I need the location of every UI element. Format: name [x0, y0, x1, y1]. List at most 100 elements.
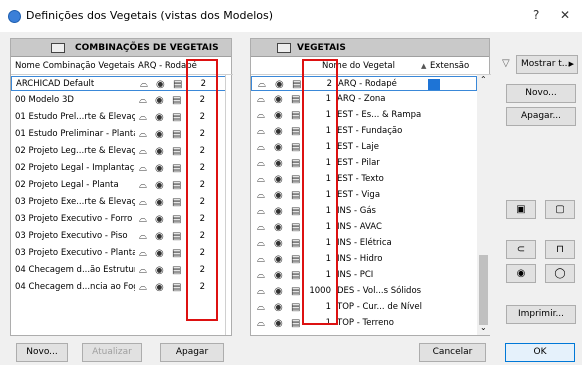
eye-icon[interactable]: ◉ [156, 77, 165, 92]
eye-icon[interactable]: ◉ [155, 110, 164, 125]
layer-icon[interactable]: ▤ [291, 268, 300, 283]
table-row[interactable]: ⌓ ◉ ▤ 1000 DES - Vol...s Sólidos [251, 284, 477, 299]
eye-icon[interactable]: ◉ [274, 172, 283, 187]
layer-icon[interactable]: ▤ [172, 178, 181, 193]
lock-icon[interactable]: ⊓ [545, 240, 575, 259]
layer-icon[interactable]: ▤ [172, 127, 181, 142]
eye-icon[interactable]: ◉ [274, 268, 283, 283]
table-row[interactable]: ⌓ ◉ ▤ 1 EST - Pilar [251, 156, 477, 171]
table-row[interactable]: ⌓ ◉ ▤ 1 EST - Fundação [251, 124, 477, 139]
table-row[interactable]: ⌓ ◉ ▤ 1 EST - Texto [251, 172, 477, 187]
lock-icon[interactable]: ⌓ [257, 300, 265, 315]
layer-icon[interactable]: ▤ [291, 172, 300, 187]
help-button[interactable]: ? [533, 8, 539, 22]
lock-icon[interactable]: ⌓ [139, 246, 147, 261]
ungroup-icon[interactable]: ▢ [545, 200, 575, 219]
table-row[interactable]: ⌓ ◉ ▤ 1 INS - Hidro [251, 252, 477, 267]
eye-icon[interactable]: ◉ [274, 108, 283, 123]
layer-icon[interactable]: ▤ [291, 140, 300, 155]
layer-icon[interactable]: ▤ [172, 280, 181, 295]
eye-icon[interactable]: ◉ [155, 144, 164, 159]
col-extension[interactable]: Extensão [430, 60, 469, 73]
lock-icon[interactable]: ⌓ [257, 204, 265, 219]
close-button[interactable]: ✕ [560, 8, 570, 22]
table-row[interactable]: ⌓ ◉ ▤ 1 INS - Elétrica [251, 236, 477, 251]
layer-icon[interactable]: ▤ [291, 284, 300, 299]
lock-icon[interactable]: ⌓ [139, 178, 147, 193]
eye-icon[interactable]: ◉ [274, 300, 283, 315]
layer-icon[interactable]: ▤ [291, 92, 300, 107]
eye-icon[interactable]: ◉ [155, 127, 164, 142]
lock-icon[interactable]: ⌓ [140, 77, 148, 92]
lock-icon[interactable]: ⌓ [258, 77, 266, 92]
eye-icon[interactable]: ◉ [274, 140, 283, 155]
eye-icon[interactable]: ◉ [274, 92, 283, 107]
delete-combination-button[interactable]: Apagar [160, 343, 224, 362]
layer-icon[interactable]: ▤ [291, 108, 300, 123]
layer-icon[interactable]: ▤ [172, 93, 181, 108]
lock-icon[interactable]: ⌓ [257, 316, 265, 331]
lock-icon[interactable]: ⌓ [139, 263, 147, 278]
table-row[interactable]: ⌓ ◉ ▤ 1 EST - Viga [251, 188, 477, 203]
eye-icon[interactable]: ◉ [274, 124, 283, 139]
lock-icon[interactable]: ⌓ [257, 92, 265, 107]
eye-icon[interactable]: ◉ [155, 246, 164, 261]
eye-icon[interactable]: ◉ [274, 236, 283, 251]
lock-icon[interactable]: ⌓ [139, 93, 147, 108]
scroll-down-icon[interactable]: ⌄ [480, 323, 487, 332]
lock-icon[interactable]: ⌓ [257, 284, 265, 299]
layer-icon[interactable]: ▤ [172, 144, 181, 159]
new-layer-button[interactable]: Novo... [506, 84, 576, 103]
layer-icon[interactable]: ▤ [291, 236, 300, 251]
lock-icon[interactable]: ⌓ [257, 268, 265, 283]
layer-icon[interactable]: ▤ [172, 195, 181, 210]
lock-icon[interactable]: ⌓ [139, 212, 147, 227]
layer-icon[interactable]: ▤ [291, 316, 300, 331]
layer-icon[interactable]: ▤ [172, 110, 181, 125]
hide-icon[interactable]: ◯ [545, 264, 575, 283]
eye-icon[interactable]: ◉ [275, 77, 284, 92]
layer-icon[interactable]: ▤ [291, 300, 300, 315]
layer-icon[interactable]: ▤ [291, 188, 300, 203]
layer-icon[interactable]: ▤ [172, 212, 181, 227]
lock-icon[interactable]: ⌓ [139, 280, 147, 295]
layers-scrollbar[interactable]: ⌃ ⌄ [477, 75, 490, 335]
eye-icon[interactable]: ◉ [274, 220, 283, 235]
eye-icon[interactable]: ◉ [155, 229, 164, 244]
eye-icon[interactable]: ◉ [155, 195, 164, 210]
layer-icon[interactable]: ▤ [291, 204, 300, 219]
eye-icon[interactable]: ◉ [274, 316, 283, 331]
layer-icon[interactable]: ▤ [172, 263, 181, 278]
eye-icon[interactable]: ◉ [155, 161, 164, 176]
eye-icon[interactable]: ◉ [155, 280, 164, 295]
group-icon[interactable]: ▣ [506, 200, 536, 219]
table-row[interactable]: ⌓ ◉ ▤ 2 ARQ - Rodapé [251, 76, 477, 91]
lock-icon[interactable]: ⌓ [139, 195, 147, 210]
cancel-button[interactable]: Cancelar [419, 343, 486, 362]
new-combination-button[interactable]: Novo... [16, 343, 68, 362]
layer-icon[interactable]: ▤ [172, 229, 181, 244]
print-button[interactable]: Imprimir... [506, 305, 576, 324]
table-row[interactable]: ⌓ ◉ ▤ 1 TOP - Cur... de Nível [251, 300, 477, 315]
col-combination-name[interactable]: Nome Combinação Vegetais [15, 60, 135, 73]
layer-icon[interactable]: ▤ [291, 124, 300, 139]
eye-icon[interactable]: ◉ [155, 212, 164, 227]
eye-icon[interactable]: ◉ [274, 284, 283, 299]
layer-icon[interactable]: ▤ [291, 220, 300, 235]
layer-icon[interactable]: ▤ [292, 77, 301, 92]
ok-button[interactable]: OK [505, 343, 575, 362]
eye-icon[interactable]: ◉ [155, 263, 164, 278]
layer-icon[interactable]: ▤ [291, 156, 300, 171]
lock-icon[interactable]: ⌓ [257, 172, 265, 187]
eye-icon[interactable]: ◉ [155, 178, 164, 193]
scroll-up-icon[interactable]: ⌃ [480, 75, 487, 84]
lock-icon[interactable]: ⌓ [257, 188, 265, 203]
lock-icon[interactable]: ⌓ [139, 229, 147, 244]
table-row[interactable]: ⌓ ◉ ▤ 1 TOP - Terreno [251, 316, 477, 331]
eye-icon[interactable]: ◉ [274, 156, 283, 171]
eye-icon[interactable]: ◉ [274, 252, 283, 267]
unlock-icon[interactable]: ⊂ [506, 240, 536, 259]
show-filter-dropdown[interactable]: Mostrar t... ▶ [516, 55, 578, 74]
eye-icon[interactable]: ◉ [155, 93, 164, 108]
update-combination-button[interactable]: Atualizar [82, 343, 142, 362]
